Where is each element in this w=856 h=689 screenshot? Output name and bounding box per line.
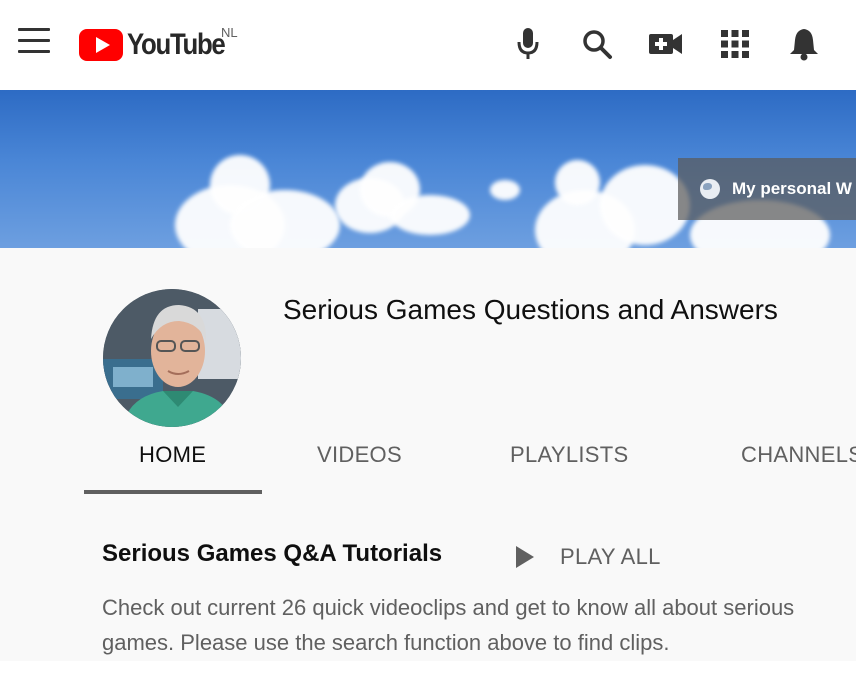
banner-website-link[interactable]: My personal W xyxy=(678,158,856,220)
channel-banner: My personal W xyxy=(0,90,856,248)
channel-avatar[interactable] xyxy=(103,289,241,427)
tab-videos[interactable]: VIDEOS xyxy=(317,442,402,468)
channel-title: Serious Games Questions and Answers xyxy=(283,294,778,325)
search-icon[interactable] xyxy=(575,22,619,66)
banner-link-text: My personal W xyxy=(732,179,852,198)
tab-playlists[interactable]: PLAYLISTS xyxy=(510,442,628,468)
play-all-button[interactable]: PLAY ALL xyxy=(516,540,661,574)
youtube-play-icon xyxy=(79,29,123,61)
youtube-wordmark: YouTube xyxy=(127,28,226,61)
shelf-title[interactable]: Serious Games Q&A Tutorials xyxy=(102,540,442,568)
create-video-icon[interactable] xyxy=(644,22,688,66)
tab-channels[interactable]: CHANNELS xyxy=(741,442,856,468)
play-all-label: PLAY ALL xyxy=(560,544,661,569)
microphone-icon[interactable] xyxy=(506,22,550,66)
tab-home[interactable]: HOME xyxy=(139,442,206,468)
globe-icon xyxy=(700,179,720,199)
menu-icon[interactable] xyxy=(18,28,56,58)
notifications-bell-icon[interactable] xyxy=(782,22,826,66)
play-icon xyxy=(516,546,534,568)
apps-grid-icon[interactable] xyxy=(713,22,757,66)
region-code: NL xyxy=(221,25,238,40)
shelf-description: Check out current 26 quick videoclips an… xyxy=(102,595,795,655)
youtube-logo[interactable]: YouTube NL xyxy=(79,25,240,65)
content-area-bottom xyxy=(0,661,856,689)
active-tab-indicator xyxy=(84,490,262,494)
top-app-bar: YouTube NL xyxy=(0,0,856,90)
